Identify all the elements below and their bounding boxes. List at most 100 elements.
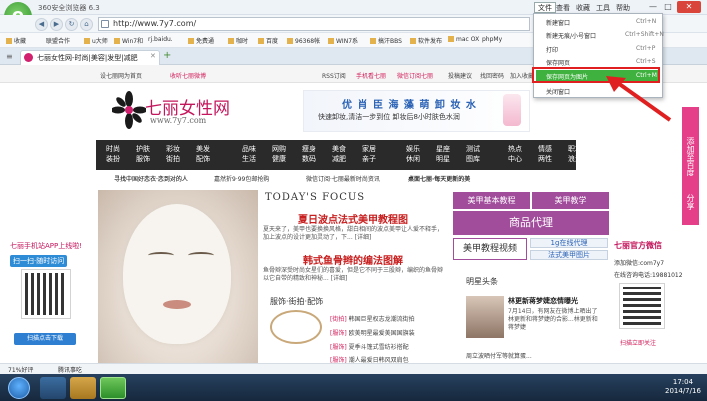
find-password-link[interactable]: 找回密码 — [480, 71, 504, 80]
fav-item[interactable]: 收藏 — [6, 36, 26, 45]
nav-item[interactable]: 家居 亲子 — [356, 144, 382, 164]
fashion-line[interactable]: [服饰] 欧美明星最爱美国国旗装 — [330, 328, 415, 337]
fav-item[interactable]: u大师 — [84, 36, 108, 45]
news-body: 7月14日，有网友在微博上晒出了林更新和蒋梦婕的合影...林更新和蒋梦婕 — [508, 308, 598, 331]
window-title: 360安全浏览器 6.3 — [38, 4, 100, 12]
refresh-icon[interactable]: ↻ — [65, 18, 78, 31]
fav-item[interactable]: 百度 — [258, 36, 278, 45]
nav-item[interactable]: 美发 配饰 — [190, 144, 216, 164]
fav-item[interactable]: Win7和 — [114, 36, 143, 45]
contribute-link[interactable]: 投稿建议 — [448, 71, 472, 80]
french-nail-link[interactable]: 法式美甲图片 — [530, 250, 608, 260]
news-line[interactable]: 周立波晒付军等就算蛋... — [466, 351, 532, 360]
taskbar-app-ie-icon[interactable] — [40, 377, 66, 399]
back-icon[interactable]: ◀ — [35, 18, 48, 31]
fav-item[interactable]: 咖时 — [228, 36, 248, 45]
fav-item[interactable]: 联盟合作 — [46, 36, 70, 45]
menu-close-window[interactable]: 关闭窗口 — [546, 87, 570, 96]
fashion-line[interactable]: [街拍] 韩国巨星权志龙潮流街拍 — [330, 314, 415, 323]
menu-view[interactable]: 查看 — [556, 3, 570, 13]
nav-item[interactable]: 网购 健康 — [266, 144, 292, 164]
nav-item[interactable]: 美食 减肥 — [326, 144, 352, 164]
nav-item[interactable]: 职场 浪漫 — [562, 144, 588, 164]
nail-tutorial-link[interactable]: 美甲基本教程 — [453, 192, 530, 209]
nav-item[interactable]: 测试 图库 — [460, 144, 486, 164]
fav-item[interactable]: 搞汗BBS — [370, 36, 402, 45]
taskbar-app-360-icon[interactable] — [100, 377, 126, 399]
home-icon[interactable]: ⌂ — [80, 18, 93, 31]
nav-item[interactable]: 热点 中心 — [502, 144, 528, 164]
system-clock[interactable]: 17:04 2014/7/16 — [665, 378, 701, 396]
menu-favorites[interactable]: 收藏 — [576, 3, 590, 13]
fav-item[interactable]: rj.baidu. — [148, 36, 173, 43]
add-favorite-link[interactable]: 加入收藏 — [510, 71, 534, 80]
nav-item-label: 休闲 — [406, 155, 420, 163]
folder-icon — [188, 38, 194, 44]
clock-time: 17:04 — [672, 378, 694, 386]
new-tab-icon[interactable]: + — [163, 50, 171, 61]
menu-help[interactable]: 帮助 — [616, 3, 630, 13]
fav-item[interactable]: 96368帐 — [287, 36, 320, 45]
news-headline[interactable]: 林更新蒋梦婕恋情曝光 — [508, 296, 578, 306]
fashion-line[interactable]: [服饰] 夏季斗篷式雪纺衫搭配 — [330, 342, 409, 351]
nav-item[interactable]: 星座 明星 — [430, 144, 456, 164]
menu-new-incognito-shortcut: Ctrl+Shift+N — [625, 31, 664, 38]
menu-tools[interactable]: 工具 — [596, 3, 610, 13]
nav-item[interactable]: 情感 两性 — [532, 144, 558, 164]
official-scan-label[interactable]: 扫描立即关注 — [620, 338, 656, 347]
mobile-link[interactable]: 手机看七丽 — [356, 71, 386, 80]
close-icon[interactable]: ✕ — [677, 1, 701, 13]
tab-list-icon[interactable]: ≡ — [6, 52, 13, 61]
subnav-link-2[interactable]: 嘉然折9·99包邮抢购 — [214, 174, 269, 183]
fav-item[interactable]: mac OX — [448, 36, 479, 43]
headline-2[interactable]: 韩式鱼骨辫的编法图解 — [303, 252, 403, 267]
address-input[interactable]: http://www.7y7.com/ — [98, 17, 530, 31]
wechat-subscribe-link[interactable]: 微信订阅七丽 — [397, 71, 433, 80]
subnav-link-4[interactable]: 桌面七丽·每天更新的美 — [408, 174, 470, 183]
maximize-icon[interactable]: □ — [661, 1, 675, 13]
nav-item-label: 测试 — [466, 145, 480, 153]
nav-item-label: 星座 — [436, 145, 450, 153]
nav-item[interactable]: 彩妆 街拍 — [160, 144, 186, 164]
online-agent-link[interactable]: 1g在线代理 — [530, 238, 608, 248]
left-promo-title[interactable]: 七丽手机站APP上线啦! — [10, 241, 82, 251]
menu-print-shortcut: Ctrl+P — [636, 45, 656, 52]
nav-item[interactable]: 娱乐 休闲 — [400, 144, 426, 164]
set-homepage-link[interactable]: 设七丽网为首页 — [100, 71, 142, 80]
nav-item-label: 图库 — [466, 155, 480, 163]
tab-close-icon[interactable]: ✕ — [150, 52, 156, 60]
download-button[interactable]: 扫描点击下载 — [14, 333, 76, 345]
menu-new-window[interactable]: 新建窗口 — [546, 18, 570, 27]
nav-item[interactable]: 品味 生活 — [236, 144, 262, 164]
subnav-link-1[interactable]: 寻找中国好恋衣·恋到对的人 — [114, 174, 188, 183]
start-button-icon[interactable] — [8, 377, 30, 399]
rss-link[interactable]: RSS订阅 — [322, 71, 346, 80]
nav-item[interactable]: 瘦身 数码 — [296, 144, 322, 164]
fav-item[interactable]: WIN7系 — [328, 36, 358, 45]
folder-icon — [287, 38, 293, 44]
nav-item[interactable]: 时尚 装扮 — [100, 144, 126, 164]
status-notice[interactable]: 腾讯事吃 — [58, 365, 82, 374]
taskbar-app-folder-icon[interactable] — [70, 377, 96, 399]
menu-file[interactable]: 文件 — [534, 2, 556, 13]
agent-link[interactable]: 商品代理 — [453, 211, 609, 235]
nail-teaching-link[interactable]: 美甲教学 — [532, 192, 609, 209]
forward-icon[interactable]: ▶ — [50, 18, 63, 31]
page-icon — [101, 20, 109, 28]
fav-item[interactable]: 软件发布 — [410, 36, 442, 45]
nav-item[interactable]: 护肤 服饰 — [130, 144, 156, 164]
headline-1[interactable]: 夏日波点法式美甲教程图 — [298, 211, 408, 226]
minimize-icon[interactable]: — — [646, 1, 660, 13]
subnav-link-3[interactable]: 微信订阅·七丽最新时尚资讯 — [306, 174, 380, 183]
fav-item[interactable]: 免费通 — [188, 36, 214, 45]
menu-save-page[interactable]: 保存网页 — [546, 58, 570, 67]
nav-item-label: 亲子 — [362, 155, 376, 163]
menu-new-incognito-window[interactable]: 新建无痕/小号窗口 — [546, 31, 596, 40]
nail-video-link[interactable]: 美甲教程视频 — [453, 238, 527, 260]
fav-item[interactable]: phpMy — [482, 36, 502, 43]
tab-active[interactable]: 七丽女性网-时尚|美容|发型|减肥 — [20, 50, 160, 65]
menu-print[interactable]: 打印 — [546, 45, 558, 54]
status-zoom[interactable]: 71%好评 — [8, 365, 33, 374]
weibo-link[interactable]: 收听七丽微博 — [170, 71, 206, 80]
side-share-button[interactable]: 分享 — [682, 176, 699, 220]
